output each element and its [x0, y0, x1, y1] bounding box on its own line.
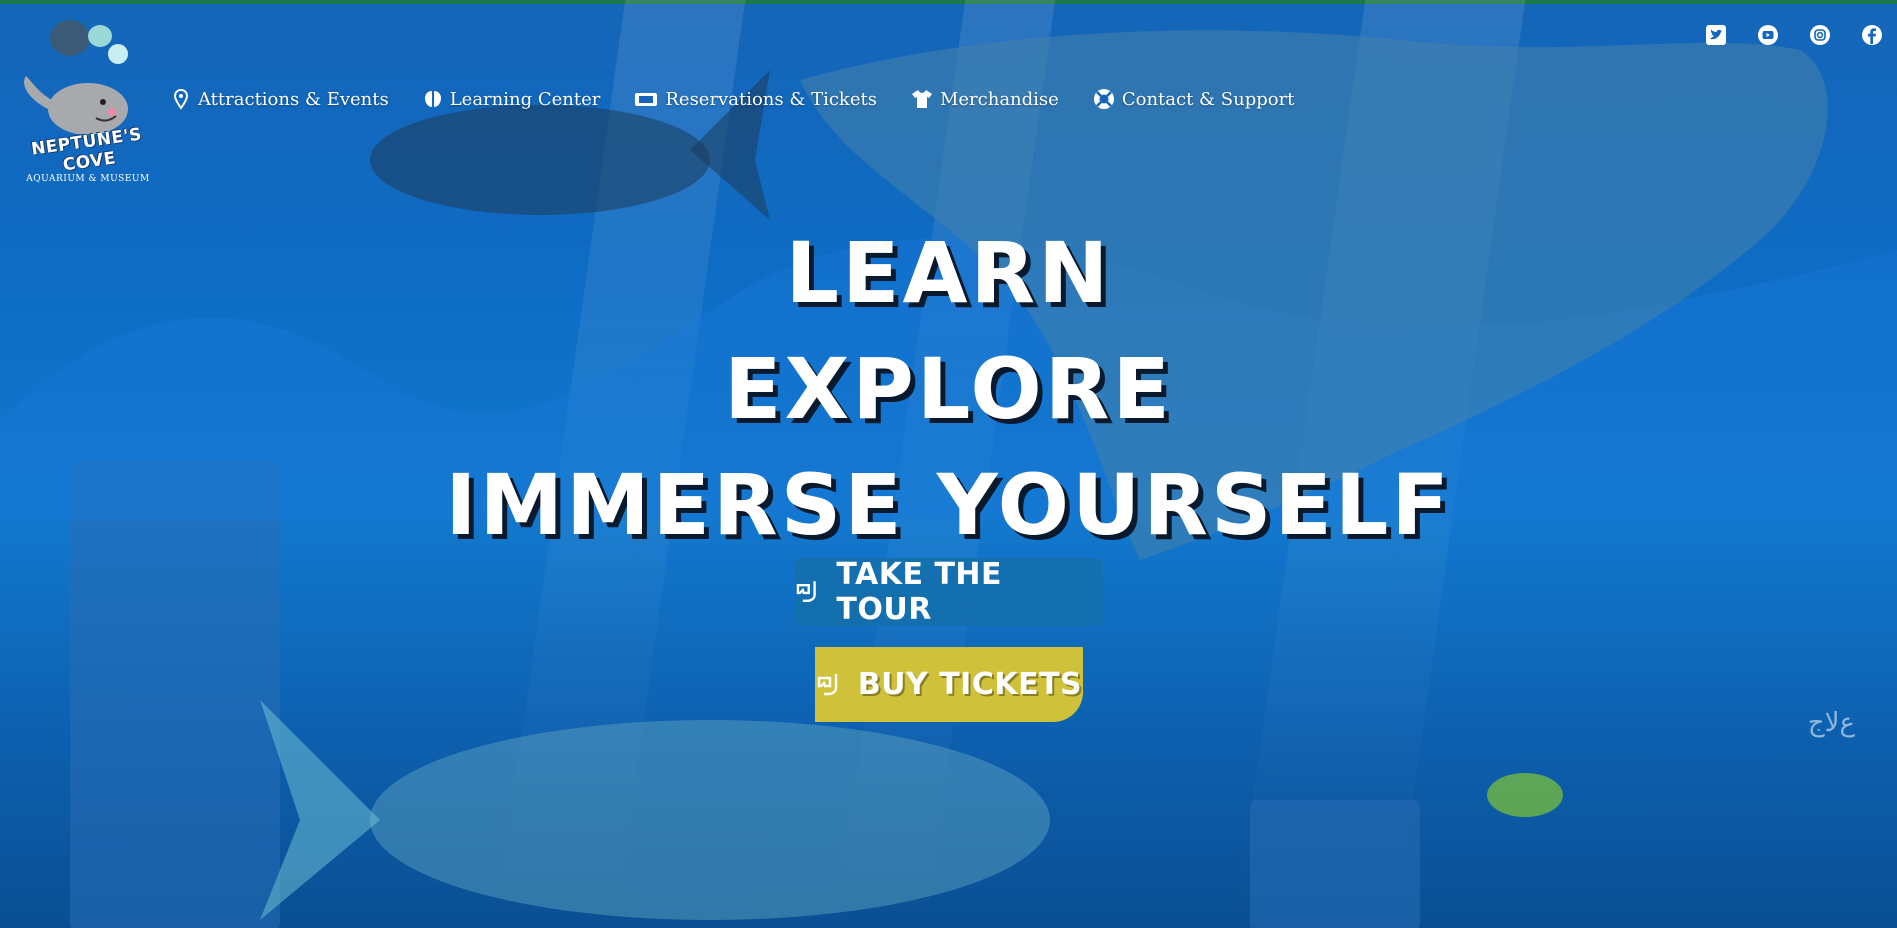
whale-logo-icon [24, 20, 128, 135]
nav-item-reservations-tickets[interactable]: Reservations & Tickets [633, 88, 877, 110]
nav-label: Merchandise [939, 88, 1059, 110]
ticket-icon [635, 93, 658, 106]
logo-subtitle: AQUARIUM & MUSEUM [26, 174, 150, 184]
nav-label: Attractions & Events [198, 88, 389, 110]
site-logo[interactable]: NEPTUNE'S COVE AQUARIUM & MUSEUM [8, 14, 158, 184]
main-nav: Attractions & Events Learning Center Res… [170, 84, 1327, 114]
hero-line-immerse-yourself: IMMERSE YOURSELF [445, 456, 1452, 554]
nav-item-contact-support[interactable]: Contact & Support [1092, 87, 1295, 111]
buy-tickets-label: BUY TICKETS [857, 667, 1083, 702]
nav-label: Contact & Support [1121, 88, 1295, 110]
fish-shape [370, 70, 770, 220]
nav-item-merchandise[interactable]: Merchandise [910, 88, 1059, 110]
small-fish-shape [1487, 773, 1563, 817]
nav-label: Reservations & Tickets [665, 88, 877, 110]
twitter-icon[interactable] [1705, 24, 1727, 46]
hero-line-explore: EXPLORE [724, 340, 1173, 438]
nav-item-learning-center[interactable]: Learning Center [422, 88, 601, 110]
hero-line-learn: LEARN [785, 224, 1112, 322]
nav-label: Learning Center [449, 88, 601, 110]
map-pin-icon [173, 88, 189, 110]
youtube-icon[interactable] [1757, 24, 1779, 46]
nav-item-attractions-events[interactable]: Attractions & Events [170, 88, 389, 110]
take-the-tour-label: TAKE THE TOUR [836, 557, 1003, 627]
facebook-icon[interactable] [1861, 24, 1883, 46]
life-ring-icon [1093, 89, 1114, 109]
brain-icon [424, 91, 441, 107]
buy-tickets-button[interactable]: BUY TICKETS [815, 647, 1083, 722]
tshirt-icon [911, 90, 932, 108]
snorkel-mask-icon [796, 581, 816, 602]
social-links [1705, 24, 1883, 46]
snorkel-mask-icon [817, 673, 838, 695]
video-watermark: ﻉﻻﺝ [1807, 708, 1855, 738]
hero-heading: LEARN EXPLORE IMMERSE YOURSELF [0, 215, 1897, 563]
page: NEPTUNE'S COVE AQUARIUM & MUSEUM Attract… [0, 0, 1897, 928]
take-the-tour-button[interactable]: TAKE THE TOUR [795, 557, 1103, 627]
instagram-icon[interactable] [1809, 24, 1831, 46]
